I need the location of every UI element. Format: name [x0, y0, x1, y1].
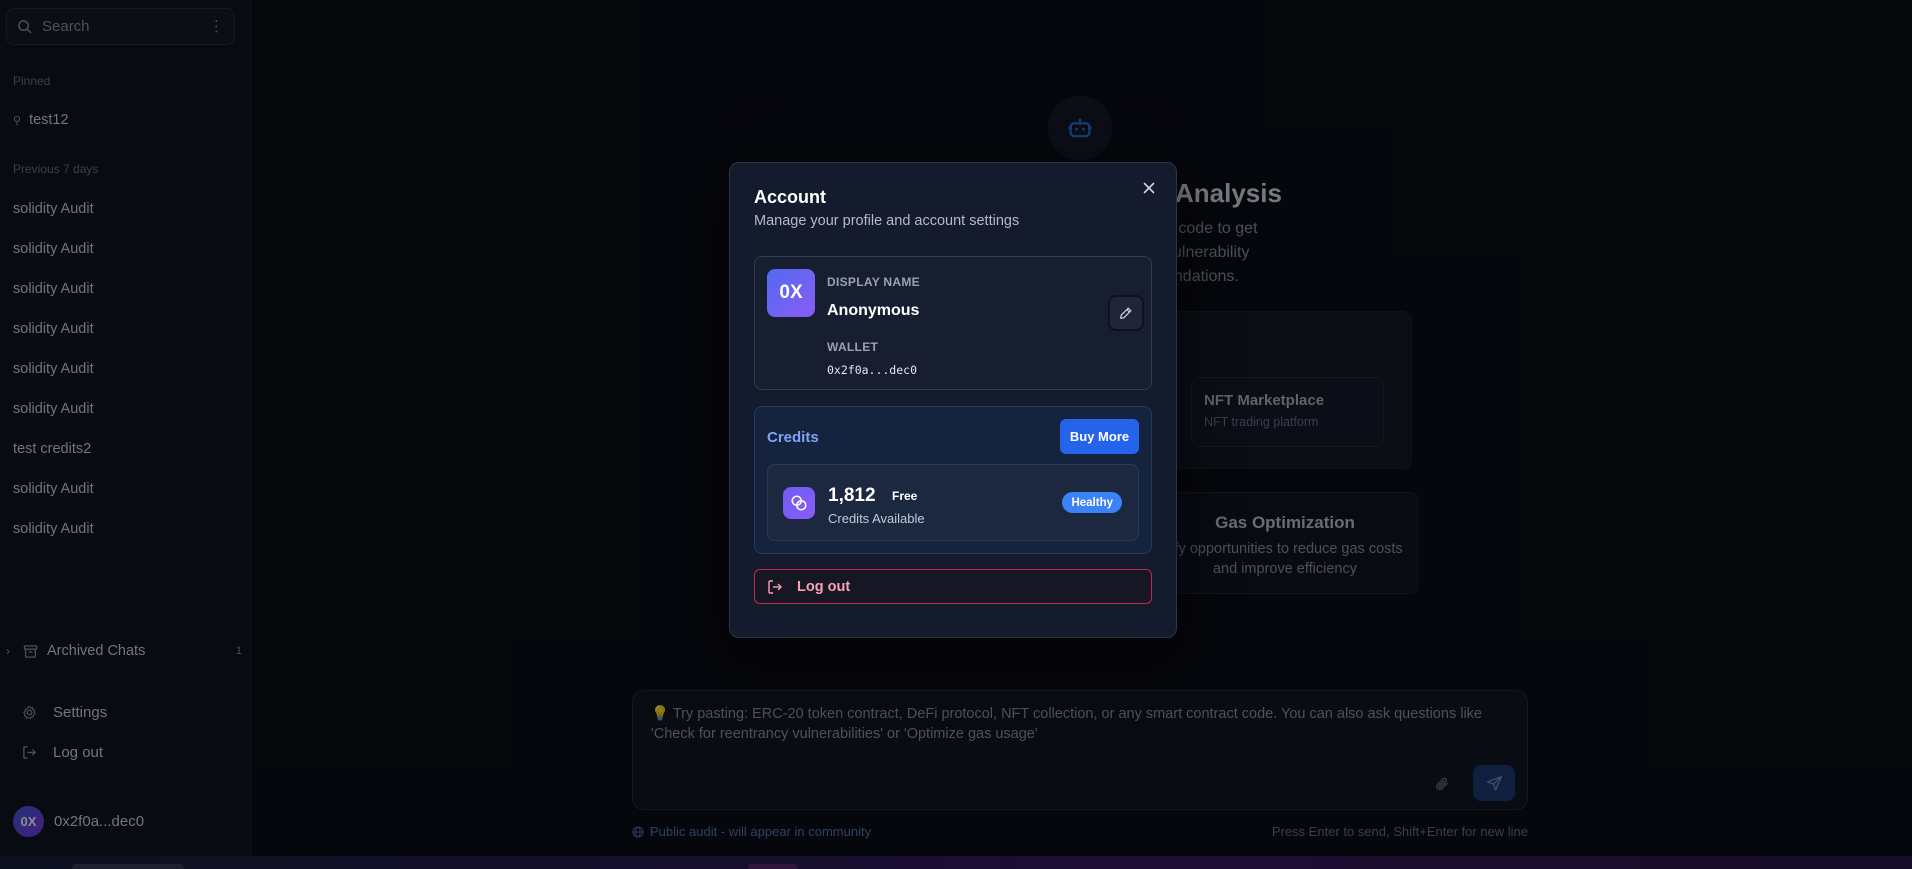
- credits-available-label: Credits Available: [828, 511, 925, 526]
- wallet-address: 0x2f0a...dec0: [827, 363, 918, 377]
- close-icon: [1143, 182, 1155, 194]
- plan-badge: Free: [892, 489, 918, 503]
- logout-label: Log out: [797, 578, 851, 595]
- wallet-label: WALLET: [827, 340, 879, 354]
- modal-subtitle: Manage your profile and account settings: [754, 213, 1020, 229]
- avatar: 0X: [767, 269, 815, 317]
- display-name-label: DISPLAY NAME: [827, 275, 920, 289]
- credits-value: 1,812: [828, 485, 876, 506]
- coins-icon: [783, 487, 815, 519]
- logout-button[interactable]: Log out: [754, 569, 1152, 604]
- account-modal: Account Manage your profile and account …: [729, 162, 1177, 638]
- display-name-value: Anonymous: [827, 302, 920, 319]
- buy-more-button[interactable]: Buy More: [1060, 419, 1139, 454]
- status-badge: Healthy: [1062, 492, 1122, 513]
- credits-title: Credits: [767, 429, 819, 446]
- modal-title: Account: [754, 187, 826, 207]
- credits-card: Credits Buy More 1,812 Free Credits Avai…: [754, 406, 1152, 554]
- pencil-icon: [1120, 307, 1132, 319]
- close-button[interactable]: [1140, 179, 1158, 197]
- logout-icon: [768, 579, 782, 594]
- profile-card: 0X DISPLAY NAME Anonymous WALLET 0x2f0a.…: [754, 256, 1152, 390]
- edit-name-button[interactable]: [1108, 295, 1144, 331]
- credits-balance-box: 1,812 Free Credits Available Healthy: [767, 464, 1139, 541]
